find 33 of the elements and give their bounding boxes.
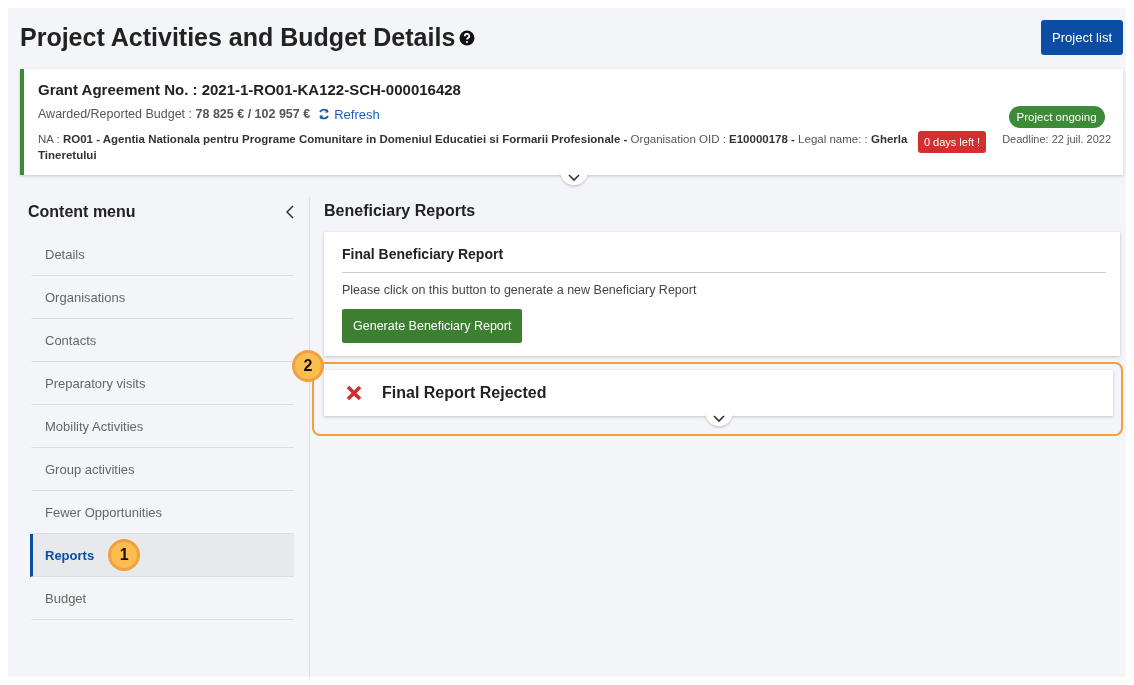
sidebar-item[interactable]: Organisations: [30, 276, 294, 320]
sidebar-item[interactable]: Budget: [30, 577, 294, 621]
page-title: Project Activities and Budget Details: [20, 23, 456, 52]
instruction-text: Please click on this button to generate a new Beneficiary Report: [342, 283, 698, 298]
project-list-button[interactable]: Project list: [1041, 20, 1123, 55]
sidebar-item[interactable]: Contacts: [30, 319, 294, 363]
help-icon[interactable]: [459, 29, 476, 46]
collapse-icon[interactable]: [286, 205, 294, 220]
rejected-title: Final Report Rejected: [382, 384, 547, 403]
card-title: Final Beneficiary Report: [342, 246, 1106, 274]
grant-agreement-number: Grant Agreement No. : 2021-1-RO01-KA122-SCH-000016428: [38, 81, 462, 98]
days-left-badge: 0 days left !: [917, 131, 987, 153]
sidebar-item[interactable]: Mobility Activities: [30, 405, 294, 449]
sidebar-item[interactable]: Group activities: [30, 448, 294, 492]
refresh-link[interactable]: Refresh: [318, 106, 380, 122]
budget-text: Awarded/Reported Budget : 78 825 € / 102 957 €: [38, 106, 311, 123]
sidebar-item[interactable]: Reports 1: [30, 534, 294, 578]
refresh-icon: [318, 108, 331, 121]
chevron-down-icon: [712, 415, 725, 424]
sidebar-item[interactable]: Preparatory visits: [30, 362, 294, 406]
chevron-down-icon: [567, 174, 580, 183]
status-badge: Project ongoing: [1008, 106, 1105, 129]
grant-details: NA : RO01 - Agentia Nationala pentru Programe Comunitare in Domeniul Educatiei si Formarii Profesionale - Organisation OID : E10000178 - Legal name: : Gherla Tineretului: [38, 131, 908, 163]
expand-toggle[interactable]: [559, 171, 588, 186]
section-title: Beneficiary Reports: [324, 201, 477, 222]
expand-toggle[interactable]: [704, 412, 733, 427]
sidebar-title: Content menu: [28, 203, 136, 222]
deadline-text: Deadline: 22 juil. 2022: [1002, 133, 1111, 146]
sidebar-item[interactable]: Details: [30, 233, 294, 277]
callout-marker: 1: [108, 539, 141, 572]
generate-report-button[interactable]: Generate Beneficiary Report: [342, 309, 523, 344]
callout-marker: 2: [292, 350, 324, 383]
close-icon: [346, 385, 362, 402]
